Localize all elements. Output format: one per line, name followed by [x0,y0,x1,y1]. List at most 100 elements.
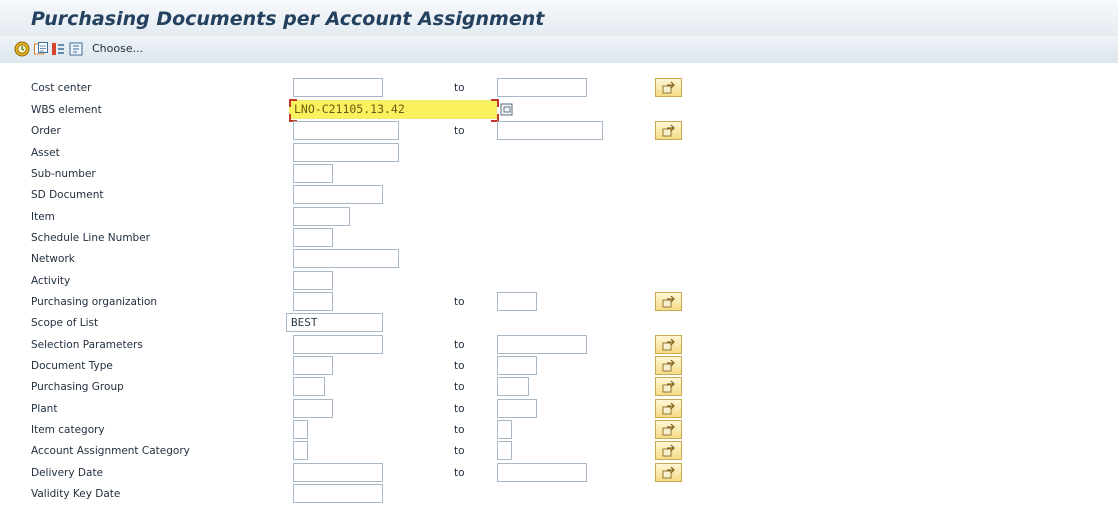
row-purchasing-group: Purchasing Group to [0,377,1118,398]
purchasing-group-multiple-selection-button[interactable] [655,377,682,396]
row-item: Item [0,207,1118,228]
item-category-multiple-selection-button[interactable] [655,420,682,439]
selection-parameters-to-label: to [454,339,465,351]
title-bar: Purchasing Documents per Account Assignm… [0,0,1118,37]
scope-of-list-input[interactable]: BEST [286,313,383,332]
sub-number-input[interactable] [293,164,333,183]
row-asset: Asset [0,143,1118,164]
account-assignment-category-label: Account Assignment Category [31,445,190,457]
purchasing-organization-to-label: to [454,296,465,308]
asset-input[interactable] [293,143,399,162]
item-input[interactable] [293,207,350,226]
row-sd-document: SD Document [0,185,1118,206]
save-variant-icon[interactable] [50,41,66,57]
row-activity: Activity [0,271,1118,292]
cost-center-multiple-selection-button[interactable] [655,78,682,97]
sd-document-input[interactable] [293,185,383,204]
row-wbs-element: WBS element LNO-C21105.13.42 [0,99,1118,122]
purchasing-organization-label: Purchasing organization [31,296,158,308]
purchasing-organization-from-input[interactable] [293,292,333,311]
value-help-icon[interactable] [500,103,513,116]
order-label: Order [31,125,61,137]
validity-key-date-input[interactable] [293,484,383,503]
item-category-to-input[interactable] [497,420,512,439]
delivery-date-to-input[interactable] [497,463,587,482]
row-item-category: Item category to [0,420,1118,441]
selection-parameters-from-input[interactable] [293,335,383,354]
delivery-date-label: Delivery Date [31,467,104,479]
wbs-focus-corner-tr [491,99,499,107]
schedule-line-number-input[interactable] [293,228,333,247]
validity-key-date-label: Validity Key Date [31,488,121,500]
network-label: Network [31,253,75,265]
plant-label: Plant [31,403,58,415]
activity-label: Activity [31,275,71,287]
delivery-date-from-input[interactable] [293,463,383,482]
scope-of-list-label: Scope of List [31,317,99,329]
cost-center-to-input[interactable] [497,78,587,97]
account-assignment-category-to-input[interactable] [497,441,512,460]
selection-screen: Cost center to WBS element LNO-C21105.13… [0,63,1118,504]
row-document-type: Document Type to [0,356,1118,377]
account-assignment-category-multiple-selection-button[interactable] [655,441,682,460]
row-delivery-date: Delivery Date to [0,463,1118,484]
row-account-assignment-category: Account Assignment Category to [0,441,1118,462]
row-cost-center: Cost center to [0,78,1118,99]
document-type-multiple-selection-button[interactable] [655,356,682,375]
activity-input[interactable] [293,271,333,290]
row-purchasing-organization: Purchasing organization to [0,292,1118,313]
asset-label: Asset [31,147,60,159]
purchasing-group-label: Purchasing Group [31,381,124,393]
order-to-label: to [454,125,465,137]
application-toolbar: Choose... [0,36,1118,64]
item-category-from-input[interactable] [293,420,308,439]
cost-center-label: Cost center [31,82,92,94]
plant-to-label: to [454,403,465,415]
row-selection-parameters: Selection Parameters to [0,335,1118,356]
page-title: Purchasing Documents per Account Assignm… [31,8,545,30]
order-multiple-selection-button[interactable] [655,121,682,140]
document-type-label: Document Type [31,360,113,372]
row-validity-key-date: Validity Key Date [0,484,1118,505]
delivery-date-multiple-selection-button[interactable] [655,463,682,482]
selection-parameters-multiple-selection-button[interactable] [655,335,682,354]
get-variant-icon[interactable] [33,41,49,57]
cost-center-from-input[interactable] [293,78,383,97]
selection-parameters-label: Selection Parameters [31,339,143,351]
schedule-line-number-label: Schedule Line Number [31,232,150,244]
selection-parameters-to-input[interactable] [497,335,587,354]
row-network: Network [0,249,1118,270]
sub-number-label: Sub-number [31,168,96,180]
order-from-input[interactable] [293,121,399,140]
purchasing-organization-to-input[interactable] [497,292,537,311]
item-category-to-label: to [454,424,465,436]
row-plant: Plant to [0,399,1118,420]
document-type-from-input[interactable] [293,356,333,375]
plant-multiple-selection-button[interactable] [655,399,682,418]
cost-center-to-label: to [454,82,465,94]
network-input[interactable] [293,249,399,268]
row-schedule-line-number: Schedule Line Number [0,228,1118,249]
execute-clock-icon[interactable] [14,41,30,57]
item-category-label: Item category [31,424,105,436]
purchasing-organization-multiple-selection-button[interactable] [655,292,682,311]
row-sub-number: Sub-number [0,164,1118,185]
dynamic-selections-icon[interactable] [68,41,86,57]
account-assignment-category-to-label: to [454,445,465,457]
account-assignment-category-from-input[interactable] [293,441,308,460]
purchasing-group-to-label: to [454,381,465,393]
row-scope-of-list: Scope of List BEST [0,313,1118,334]
document-type-to-label: to [454,360,465,372]
plant-to-input[interactable] [497,399,537,418]
wbs-element-input[interactable]: LNO-C21105.13.42 [289,100,497,119]
document-type-to-input[interactable] [497,356,537,375]
wbs-element-label: WBS element [31,104,102,116]
delivery-date-to-label: to [454,467,465,479]
purchasing-group-from-input[interactable] [293,377,325,396]
purchasing-group-to-input[interactable] [497,377,529,396]
choose-button[interactable]: Choose... [92,42,143,55]
order-to-input[interactable] [497,121,603,140]
wbs-focus-corner-tl [289,99,297,107]
plant-from-input[interactable] [293,399,333,418]
item-label: Item [31,211,55,223]
